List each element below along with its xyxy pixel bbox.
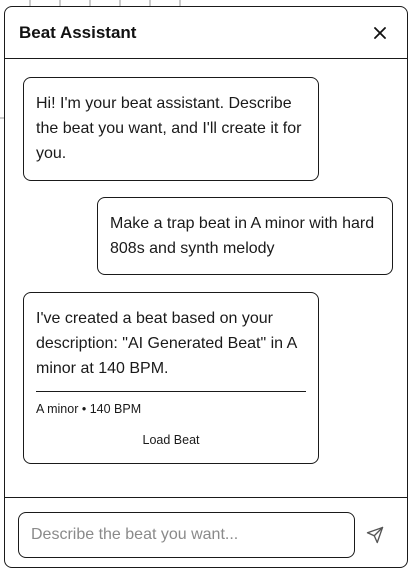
assistant-beat-message: I've created a beat based on your descri… [23, 292, 319, 464]
message-text: Hi! I'm your beat assistant. Describe th… [36, 95, 302, 162]
beat-meta: A minor • 140 BPM [36, 402, 142, 416]
send-button[interactable] [363, 523, 387, 547]
panel-header: Beat Assistant [5, 7, 407, 59]
message-text: Make a trap beat in A minor with hard 80… [110, 215, 375, 257]
assistant-message: Hi! I'm your beat assistant. Describe th… [23, 77, 319, 181]
send-icon [366, 526, 384, 544]
close-button[interactable] [369, 22, 391, 44]
beat-description-input[interactable] [29, 525, 344, 545]
user-message: Make a trap beat in A minor with hard 80… [97, 197, 393, 275]
message-list: Hi! I'm your beat assistant. Describe th… [5, 59, 407, 497]
beat-description-field[interactable] [18, 512, 355, 558]
composer [5, 497, 407, 567]
close-icon [374, 26, 386, 39]
message-text: I've created a beat based on your descri… [36, 310, 297, 377]
divider [36, 391, 306, 392]
beat-assistant-panel: Beat Assistant Hi! I'm your beat assista… [4, 6, 408, 568]
panel-title: Beat Assistant [19, 22, 137, 42]
load-beat-button[interactable]: Load Beat [121, 428, 221, 453]
